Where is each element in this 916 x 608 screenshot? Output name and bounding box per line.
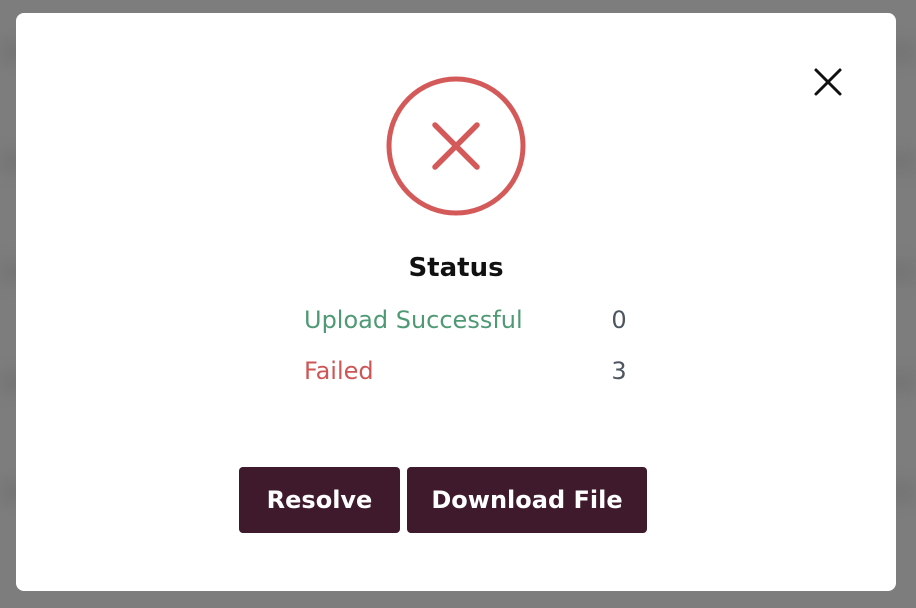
upload-successful-count: 0 bbox=[611, 306, 627, 334]
failed-label: Failed bbox=[304, 357, 374, 385]
upload-successful-label: Upload Successful bbox=[304, 306, 523, 334]
failed-count: 3 bbox=[611, 357, 627, 385]
status-dialog: Status Upload Successful 0 Failed 3 Reso… bbox=[16, 13, 896, 591]
close-icon bbox=[814, 68, 842, 96]
error-circle-x-icon bbox=[385, 75, 527, 217]
dialog-title: Status bbox=[408, 253, 504, 283]
resolve-button[interactable]: Resolve bbox=[239, 467, 400, 533]
close-button[interactable] bbox=[812, 66, 844, 98]
download-file-button[interactable]: Download File bbox=[407, 467, 647, 533]
